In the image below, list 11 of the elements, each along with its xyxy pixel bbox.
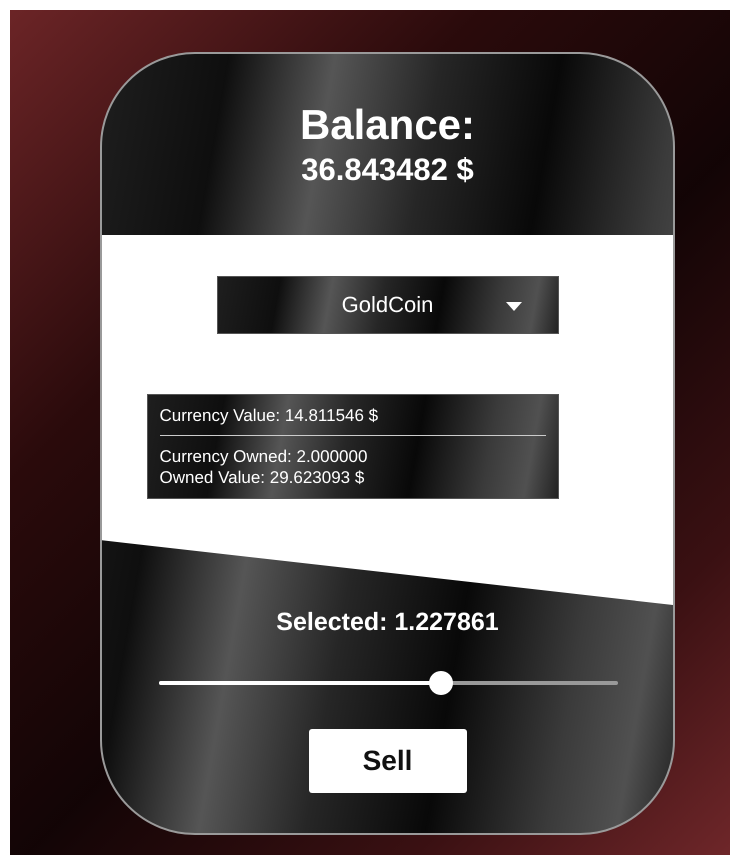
- currency-owned-text: Currency Owned: 2.000000: [160, 446, 368, 467]
- balance-label: Balance:: [300, 102, 476, 148]
- currency-dropdown[interactable]: GoldCoin: [216, 276, 558, 334]
- selected-amount-label: Selected: 1.227861: [276, 608, 499, 637]
- caret-icon: [506, 302, 522, 311]
- amount-slider[interactable]: [159, 671, 618, 695]
- currency-value-text: Currency Value: 14.811546 $: [160, 405, 380, 426]
- sell-button[interactable]: Sell: [308, 729, 466, 793]
- slider-thumb[interactable]: [428, 671, 453, 695]
- balance-amount: 36.843482 $: [301, 152, 474, 188]
- owned-value-text: Owned Value: 29.623093 $: [160, 467, 366, 488]
